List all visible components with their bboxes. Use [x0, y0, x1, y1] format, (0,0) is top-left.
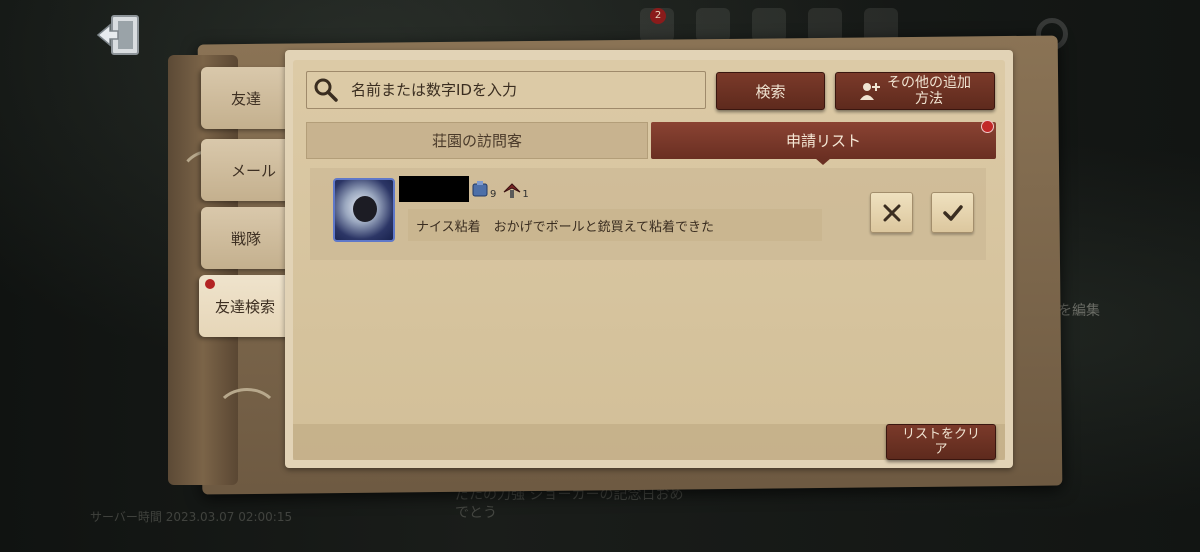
tab-visitors[interactable]: 荘園の訪問客	[306, 122, 648, 159]
notification-dot	[981, 120, 994, 133]
search-input[interactable]	[349, 80, 705, 100]
page-inner	[293, 60, 1005, 460]
tab-friends-label: 友達	[231, 89, 262, 108]
accept-button[interactable]	[931, 192, 974, 233]
tab-squad-label: 戦隊	[231, 229, 262, 248]
badge-count: 9	[490, 189, 497, 200]
tab-friend-search-label: 友達検索	[215, 297, 276, 316]
tab-mail-label: メール	[231, 161, 277, 180]
search-button-label: 検索	[755, 82, 786, 101]
search-button[interactable]: 検索	[716, 72, 825, 110]
tab-requests-label: 申請リスト	[785, 132, 861, 150]
rank-badge-icon	[472, 181, 488, 197]
player-badges: 9 1	[470, 180, 529, 200]
menu-icon[interactable]	[752, 8, 786, 42]
clear-list-button[interactable]: リストをクリ ア	[886, 424, 996, 460]
add-method-label: その他の追加 方法	[887, 75, 971, 107]
check-icon	[942, 204, 963, 221]
add-method-button[interactable]: その他の追加 方法	[835, 72, 995, 110]
notification-badge: 2	[650, 8, 666, 24]
search-icon	[314, 78, 338, 102]
hunter-badge-icon	[504, 183, 521, 198]
tab-mail[interactable]: メール	[201, 139, 289, 201]
rope-decoration	[214, 388, 280, 444]
player-name-redacted	[399, 176, 469, 202]
tab-friend-search[interactable]: 友達検索	[199, 275, 295, 337]
active-tab-pointer	[815, 158, 831, 165]
search-box[interactable]	[306, 71, 706, 109]
reject-button[interactable]	[870, 192, 913, 233]
exit-icon[interactable]	[96, 12, 142, 58]
avatar-image	[353, 196, 377, 222]
list-tab-bar: 荘園の訪問客 申請リスト	[306, 120, 996, 159]
add-user-icon	[860, 83, 880, 100]
tab-squad[interactable]: 戦隊	[201, 207, 289, 269]
tab-requests[interactable]: 申請リスト	[651, 120, 996, 159]
clear-list-label: リストをクリ ア	[901, 427, 980, 457]
badge-count: 1	[522, 189, 529, 200]
tab-friends[interactable]: 友達	[201, 67, 289, 129]
avatar[interactable]	[333, 178, 395, 242]
server-time: サーバー時間 2023.03.07 02:00:15	[90, 510, 293, 524]
menu-icon[interactable]	[696, 8, 730, 42]
notification-dot	[205, 279, 215, 289]
request-message: ナイス粘着 おかげでボールと銃買えて粘着できた	[408, 209, 822, 241]
edit-label: を編集	[1058, 303, 1100, 319]
close-icon	[883, 204, 900, 221]
tab-visitors-label: 荘園の訪問客	[431, 132, 522, 150]
